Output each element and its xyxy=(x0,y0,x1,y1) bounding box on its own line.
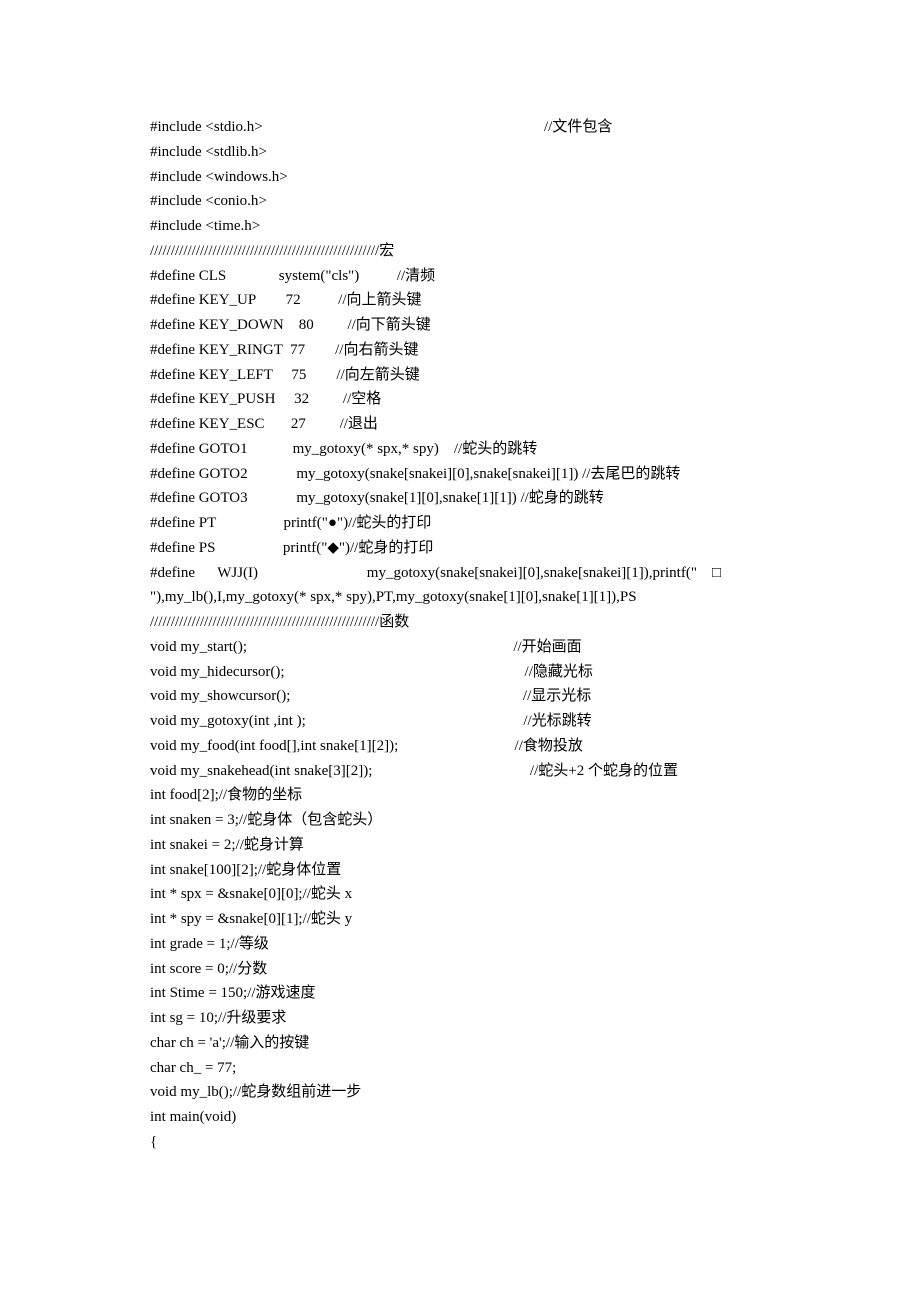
code-line: char ch_ = 77; xyxy=(150,1056,770,1081)
code-line: int sg = 10;//升级要求 xyxy=(150,1006,770,1031)
code-line: #define WJJ(I) my_gotoxy(snake[snakei][0… xyxy=(150,561,770,586)
code-line: void my_start(); //开始画面 xyxy=(150,635,770,660)
code-line: #include <stdlib.h> xyxy=(150,140,770,165)
code-line: int snakei = 2;//蛇身计算 xyxy=(150,833,770,858)
code-line: #define GOTO1 my_gotoxy(* spx,* spy) //蛇… xyxy=(150,437,770,462)
code-line: int main(void) xyxy=(150,1105,770,1130)
code-line: int snake[100][2];//蛇身体位置 xyxy=(150,858,770,883)
code-line: int * spx = &snake[0][0];//蛇头 x xyxy=(150,882,770,907)
code-line: void my_lb();//蛇身数组前进一步 xyxy=(150,1080,770,1105)
code-line: int Stime = 150;//游戏速度 xyxy=(150,981,770,1006)
code-line: #define KEY_PUSH 32 //空格 xyxy=(150,387,770,412)
code-line: #define KEY_RINGT 77 //向右箭头键 xyxy=(150,338,770,363)
code-line: { xyxy=(150,1130,770,1155)
code-line: #include <windows.h> xyxy=(150,165,770,190)
code-line: int * spy = &snake[0][1];//蛇头 y xyxy=(150,907,770,932)
code-line: #define KEY_DOWN 80 //向下箭头键 xyxy=(150,313,770,338)
code-line: #define GOTO2 my_gotoxy(snake[snakei][0]… xyxy=(150,462,770,487)
code-line: void my_snakehead(int snake[3][2]); //蛇头… xyxy=(150,759,770,784)
code-line: #define KEY_LEFT 75 //向左箭头键 xyxy=(150,363,770,388)
code-line: #define PT printf("●")//蛇头的打印 xyxy=(150,511,770,536)
code-line: int grade = 1;//等级 xyxy=(150,932,770,957)
code-line: int snaken = 3;//蛇身体（包含蛇头） xyxy=(150,808,770,833)
code-line: ////////////////////////////////////////… xyxy=(150,610,770,635)
code-line: #define CLS system("cls") //清频 xyxy=(150,264,770,289)
code-line: void my_gotoxy(int ,int ); //光标跳转 xyxy=(150,709,770,734)
code-line: ////////////////////////////////////////… xyxy=(150,239,770,264)
code-document: #include <stdio.h> //文件包含#include <stdli… xyxy=(0,0,920,1302)
code-line: void my_food(int food[],int snake[1][2])… xyxy=(150,734,770,759)
code-line: #define KEY_ESC 27 //退出 xyxy=(150,412,770,437)
code-line: int score = 0;//分数 xyxy=(150,957,770,982)
code-line: void my_hidecursor(); //隐藏光标 xyxy=(150,660,770,685)
code-line: #define PS printf("◆")//蛇身的打印 xyxy=(150,536,770,561)
code-line: #define KEY_UP 72 //向上箭头键 xyxy=(150,288,770,313)
code-line: void my_showcursor(); //显示光标 xyxy=(150,684,770,709)
code-line: #include <conio.h> xyxy=(150,189,770,214)
code-line: #include <time.h> xyxy=(150,214,770,239)
code-line: #define GOTO3 my_gotoxy(snake[1][0],snak… xyxy=(150,486,770,511)
code-line: #include <stdio.h> //文件包含 xyxy=(150,115,770,140)
code-line: int food[2];//食物的坐标 xyxy=(150,783,770,808)
code-line: "),my_lb(),I,my_gotoxy(* spx,* spy),PT,m… xyxy=(150,585,770,610)
code-line: char ch = 'a';//输入的按键 xyxy=(150,1031,770,1056)
